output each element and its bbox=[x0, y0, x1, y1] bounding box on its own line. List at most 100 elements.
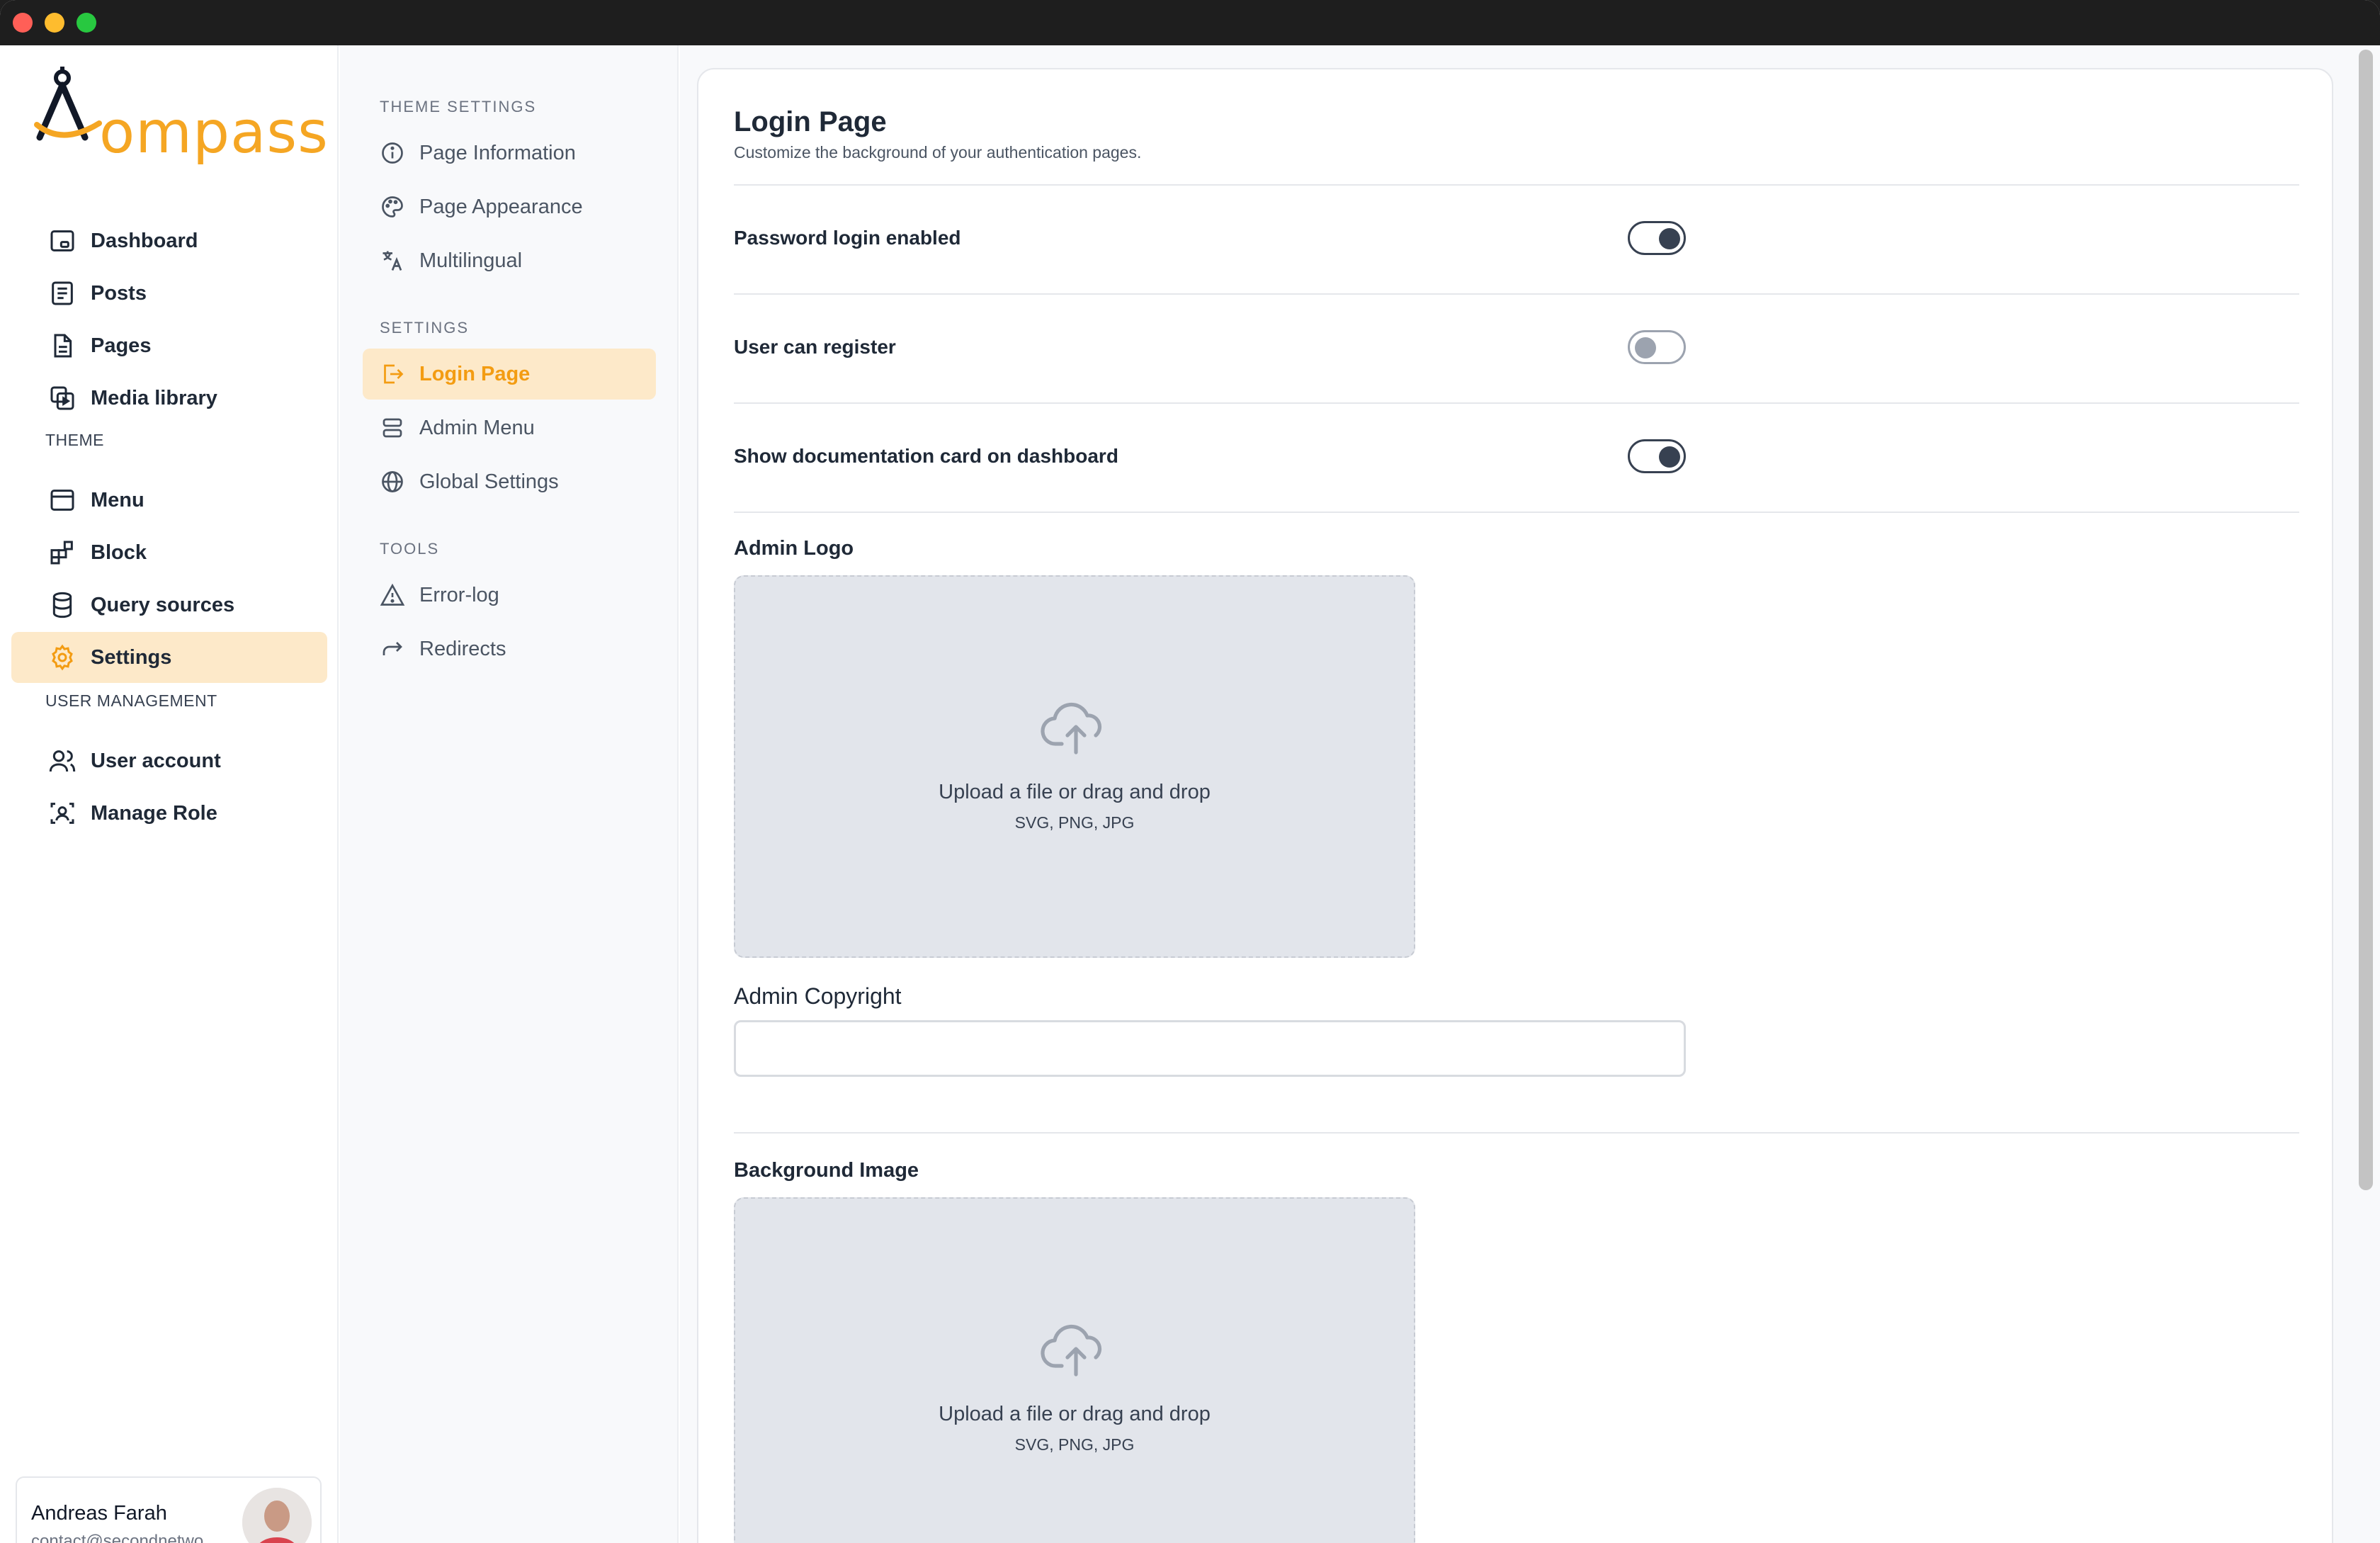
sidebar-item-label: Media library bbox=[91, 386, 217, 409]
divider bbox=[734, 1132, 2299, 1134]
user-email: contact@secondnetwo... bbox=[31, 1532, 218, 1543]
admin-logo-label: Admin Logo bbox=[734, 537, 854, 560]
password-login-toggle[interactable] bbox=[1628, 221, 1686, 255]
settings-subnav: THEME SETTINGS Page Information Page App… bbox=[340, 45, 679, 1543]
subnav-item-label: Page Appearance bbox=[419, 195, 583, 218]
login-page-settings-card: Login Page Customize the background of y… bbox=[697, 68, 2333, 1543]
subnav-section-settings: SETTINGS bbox=[380, 319, 470, 337]
globe-icon bbox=[378, 468, 407, 496]
subnav-item-label: Multilingual bbox=[419, 249, 523, 272]
admin-logo-dropzone[interactable]: Upload a file or drag and drop SVG, PNG,… bbox=[734, 575, 1415, 958]
subnav-section-tools: TOOLS bbox=[380, 540, 440, 558]
redirect-icon bbox=[378, 635, 407, 663]
posts-icon bbox=[47, 278, 78, 309]
upload-hint: SVG, PNG, JPG bbox=[1014, 1435, 1135, 1454]
background-image-label: Background Image bbox=[734, 1159, 919, 1182]
page-title: Login Page bbox=[734, 106, 887, 137]
show-documentation-label: Show documentation card on dashboard bbox=[734, 445, 1118, 467]
menu-icon bbox=[47, 485, 78, 516]
gear-icon bbox=[47, 642, 78, 673]
sidebar-item-posts[interactable]: Posts bbox=[11, 268, 327, 319]
sidebar-item-settings[interactable]: Settings bbox=[11, 632, 327, 683]
sidebar-item-block[interactable]: Block bbox=[11, 527, 327, 578]
sidebar-section-user-management: USER MANAGEMENT bbox=[45, 691, 217, 710]
toggle-knob bbox=[1659, 446, 1680, 468]
sidebar-item-pages[interactable]: Pages bbox=[11, 320, 327, 371]
sidebar-item-label: Query sources bbox=[91, 593, 235, 616]
sidebar-item-label: User account bbox=[91, 749, 221, 772]
upload-hint: SVG, PNG, JPG bbox=[1014, 813, 1135, 832]
sidebar-item-label: Dashboard bbox=[91, 229, 198, 252]
divider bbox=[734, 293, 2299, 295]
login-icon bbox=[378, 360, 407, 388]
sidebar-item-query-sources[interactable]: Query sources bbox=[11, 580, 327, 631]
subnav-item-label: Login Page bbox=[419, 362, 531, 385]
admin-menu-icon bbox=[378, 414, 407, 442]
divider bbox=[734, 184, 2299, 186]
cloud-upload-icon bbox=[1041, 1325, 1102, 1377]
media-icon bbox=[47, 383, 78, 414]
subnav-item-admin-menu[interactable]: Admin Menu bbox=[363, 402, 656, 453]
toggle-knob bbox=[1659, 228, 1680, 249]
subnav-item-page-information[interactable]: Page Information bbox=[363, 128, 656, 179]
main-content: Login Page Customize the background of y… bbox=[680, 45, 2380, 1543]
avatar[interactable] bbox=[242, 1488, 312, 1543]
cloud-upload-icon bbox=[1041, 703, 1102, 754]
user-can-register-toggle[interactable] bbox=[1628, 330, 1686, 364]
sidebar-item-label: Manage Role bbox=[91, 801, 217, 825]
sidebar-item-manage-role[interactable]: Manage Role bbox=[11, 788, 327, 839]
subnav-item-multilingual[interactable]: Multilingual bbox=[363, 235, 656, 286]
page-subtitle: Customize the background of your authent… bbox=[734, 143, 1142, 162]
show-documentation-toggle[interactable] bbox=[1628, 439, 1686, 473]
app-window: ompass Dashboard Posts Pages Media libra… bbox=[0, 0, 2380, 1543]
sidebar-section-theme: THEME bbox=[45, 431, 104, 449]
sidebar-item-user-account[interactable]: User account bbox=[11, 735, 327, 786]
admin-copyright-input[interactable] bbox=[734, 1020, 1686, 1077]
user-can-register-label: User can register bbox=[734, 336, 896, 358]
subnav-item-label: Admin Menu bbox=[419, 416, 535, 439]
subnav-item-label: Error-log bbox=[419, 583, 499, 606]
subnav-item-label: Redirects bbox=[419, 637, 506, 660]
sidebar-item-label: Posts bbox=[91, 281, 147, 305]
dashboard-icon bbox=[47, 225, 78, 256]
sidebar-item-menu[interactable]: Menu bbox=[11, 475, 327, 526]
translate-icon bbox=[378, 247, 407, 275]
sidebar-item-dashboard[interactable]: Dashboard bbox=[11, 215, 327, 266]
admin-copyright-label: Admin Copyright bbox=[734, 983, 902, 1009]
subnav-item-login-page[interactable]: Login Page bbox=[363, 349, 656, 400]
user-name: Andreas Farah bbox=[31, 1502, 167, 1525]
brand-logo[interactable]: ompass bbox=[34, 67, 328, 166]
upload-text: Upload a file or drag and drop bbox=[939, 781, 1211, 803]
sidebar-item-media-library[interactable]: Media library bbox=[11, 373, 327, 424]
role-icon bbox=[47, 798, 78, 829]
scrollbar[interactable] bbox=[2359, 50, 2373, 1190]
sidebar-item-label: Block bbox=[91, 541, 147, 564]
subnav-item-page-appearance[interactable]: Page Appearance bbox=[363, 181, 656, 232]
subnav-item-global-settings[interactable]: Global Settings bbox=[363, 456, 656, 507]
users-icon bbox=[47, 745, 78, 776]
info-icon bbox=[378, 139, 407, 167]
background-image-dropzone[interactable]: Upload a file or drag and drop SVG, PNG,… bbox=[734, 1197, 1415, 1543]
subnav-section-theme-settings: THEME SETTINGS bbox=[380, 98, 537, 115]
block-icon bbox=[47, 537, 78, 568]
palette-icon bbox=[378, 193, 407, 221]
divider bbox=[734, 402, 2299, 404]
sidebar-item-label: Settings bbox=[91, 645, 172, 669]
user-profile-card[interactable]: Andreas Farah contact@secondnetwo... bbox=[16, 1476, 322, 1543]
upload-text: Upload a file or drag and drop bbox=[939, 1403, 1211, 1425]
sidebar-item-label: Pages bbox=[91, 334, 152, 357]
subnav-item-error-log[interactable]: Error-log bbox=[363, 570, 656, 621]
warning-icon bbox=[378, 581, 407, 609]
brand-wordmark: ompass bbox=[99, 99, 329, 166]
close-window-button[interactable] bbox=[13, 13, 33, 33]
maximize-window-button[interactable] bbox=[76, 13, 96, 33]
database-icon bbox=[47, 589, 78, 621]
subnav-item-label: Global Settings bbox=[419, 470, 559, 493]
toggle-knob bbox=[1635, 337, 1656, 358]
primary-sidebar: ompass Dashboard Posts Pages Media libra… bbox=[0, 45, 339, 1543]
subnav-item-redirects[interactable]: Redirects bbox=[363, 623, 656, 674]
sidebar-item-label: Menu bbox=[91, 488, 144, 511]
pages-icon bbox=[47, 330, 78, 361]
title-bar bbox=[0, 0, 2380, 45]
minimize-window-button[interactable] bbox=[45, 13, 64, 33]
